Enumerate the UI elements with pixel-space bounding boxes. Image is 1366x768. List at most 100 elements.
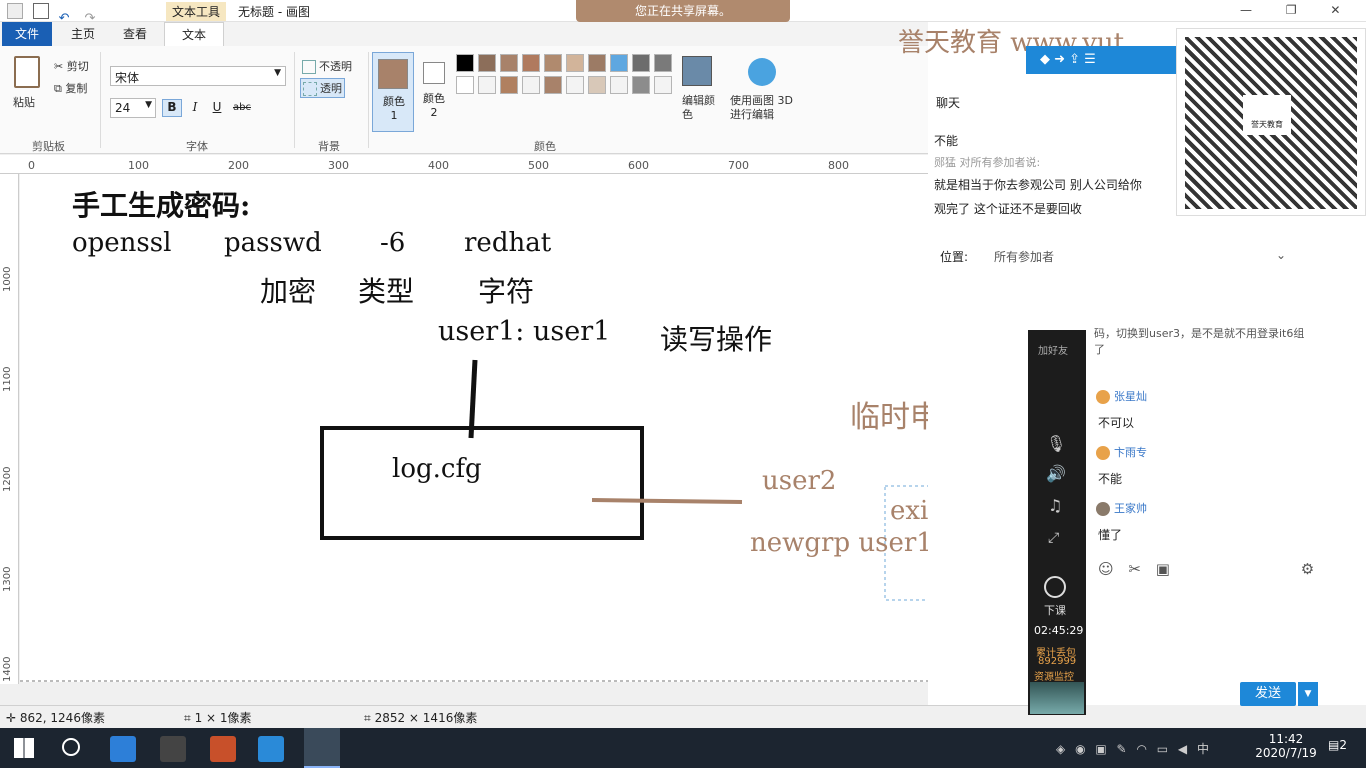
search-icon[interactable] — [62, 738, 80, 756]
clock[interactable]: 11:42 2020/7/19 — [1254, 732, 1318, 760]
music-icon[interactable]: ♫ — [1048, 496, 1062, 515]
color2-label: 颜色 2 — [423, 92, 445, 119]
paste-button[interactable]: 粘贴 — [13, 94, 35, 110]
scissors-icon[interactable]: ✂ — [1128, 560, 1141, 578]
palette-swatch[interactable] — [522, 76, 540, 94]
copy-button[interactable]: ⧉ 复制 — [54, 80, 87, 96]
fullscreen-icon[interactable]: ⤢ — [1048, 530, 1059, 546]
group-colors-label: 颜色 — [534, 140, 556, 153]
tray-tool-icon[interactable]: ✎ — [1117, 742, 1127, 756]
tray-record-icon[interactable]: ◉ — [1075, 742, 1085, 756]
palette-swatch[interactable] — [544, 54, 562, 72]
palette-swatch[interactable] — [610, 76, 628, 94]
avatar — [1096, 502, 1110, 516]
microphone-icon[interactable]: 🎙 — [1046, 434, 1066, 453]
tab-file[interactable]: 文件 — [2, 22, 52, 46]
palette-swatch[interactable] — [654, 54, 672, 72]
palette-swatch[interactable] — [544, 76, 562, 94]
palette-swatch[interactable] — [588, 76, 606, 94]
volume-icon[interactable]: ◀ — [1178, 742, 1187, 756]
gear-icon[interactable]: ⚙ — [1301, 560, 1314, 578]
paste-icon[interactable] — [14, 56, 40, 88]
windows-start-icon[interactable] — [14, 738, 34, 758]
color2-swatch — [423, 62, 445, 84]
tab-home[interactable]: 主页 — [58, 22, 108, 46]
image-size: ⌗ 2852 × 1416像素 — [364, 709, 477, 726]
file-app-icon[interactable] — [160, 736, 186, 762]
battery-icon[interactable]: ▭ — [1157, 742, 1168, 756]
minimize-icon[interactable]: — — [1240, 3, 1252, 17]
palette-swatch[interactable] — [500, 54, 518, 72]
strikethrough-button[interactable]: abc — [230, 102, 254, 113]
palette-swatch[interactable] — [566, 76, 584, 94]
save-icon[interactable] — [32, 3, 49, 19]
palette-swatch[interactable] — [654, 76, 672, 94]
palette-swatch[interactable] — [500, 76, 518, 94]
underline-button[interactable]: U — [208, 100, 226, 114]
tab-text[interactable]: 文本 — [164, 22, 224, 46]
tab-view[interactable]: 查看 — [110, 22, 160, 46]
cut-button[interactable]: ✂ 剪切 — [54, 58, 89, 74]
paint3d-button[interactable]: 使用画图 3D 进行编辑 — [730, 94, 796, 122]
italic-button[interactable]: I — [186, 100, 204, 114]
palette-swatch[interactable] — [588, 54, 606, 72]
image-icon[interactable]: ▣ — [1156, 560, 1170, 578]
leave-button[interactable]: 下课 — [1044, 602, 1066, 618]
palette-swatch[interactable] — [632, 54, 650, 72]
copy-icon: ⧉ — [54, 82, 66, 95]
palette-swatch[interactable] — [610, 54, 628, 72]
palette-swatch[interactable] — [522, 54, 540, 72]
add-friend-button[interactable]: 加好友 — [1038, 342, 1068, 357]
remote-app-icon[interactable] — [258, 736, 284, 762]
palette-swatch[interactable] — [566, 54, 584, 72]
location-select[interactable]: 所有参加者 ⌄ — [994, 248, 1286, 265]
font-size-value: 24 — [115, 101, 131, 115]
tray-video-icon[interactable]: ▣ — [1095, 742, 1106, 756]
chevron-down-icon: ▼ — [274, 68, 281, 78]
palette-swatch[interactable] — [478, 54, 496, 72]
send-button[interactable]: 发送 — [1240, 682, 1296, 706]
avatar — [1096, 390, 1110, 404]
bold-button[interactable]: B — [162, 99, 182, 117]
tray-app-icon[interactable]: ◈ — [1056, 742, 1065, 756]
group-font-label: 字体 — [186, 140, 208, 153]
speaker-icon[interactable]: 🔊 — [1046, 464, 1066, 483]
font-family-select[interactable]: 宋体 ▼ — [110, 66, 286, 86]
palette-swatch[interactable] — [632, 76, 650, 94]
notifications-button[interactable]: ▤2 — [1328, 738, 1347, 752]
transparent-icon — [303, 82, 317, 96]
wifi-icon[interactable]: ◠ — [1136, 742, 1146, 756]
palette-swatch[interactable] — [478, 76, 496, 94]
close-icon[interactable]: ✕ — [1330, 3, 1340, 17]
send-options-button[interactable]: ▼ — [1298, 682, 1318, 706]
package-loss-value: 892999 — [1038, 656, 1077, 667]
font-size-select[interactable]: 24 ▼ — [110, 98, 156, 118]
classroom-app-icon[interactable] — [110, 736, 136, 762]
share-toolbar[interactable]: ◆ ➜ ⇪ ☰ — [1026, 46, 1176, 74]
opaque-button[interactable]: 不透明 — [302, 58, 352, 74]
ruler-tick: 1400 — [2, 656, 13, 682]
ruler-tick: 800 — [828, 159, 849, 172]
palette-swatch[interactable] — [456, 54, 474, 72]
window-controls[interactable]: — ❐ ✕ — [1240, 3, 1340, 17]
divider — [100, 52, 101, 148]
paint3d-icon[interactable] — [748, 58, 776, 86]
ime-indicator[interactable]: 中 — [1197, 742, 1209, 756]
location-value: 所有参加者 — [994, 250, 1055, 264]
color2-button[interactable]: 颜色 2 — [420, 52, 448, 132]
paint-app-icon[interactable] — [304, 728, 340, 768]
drawing-canvas[interactable]: 手工生成密码: openssl passwd -6 redhat 加密 类型 字… — [20, 174, 1028, 682]
share-tools-icon[interactable]: ◆ ➜ ⇪ ☰ — [1040, 52, 1096, 67]
transparent-button[interactable]: 透明 — [300, 78, 345, 98]
emoji-icon[interactable]: ☺ — [1098, 560, 1114, 578]
edit-colors-button[interactable]: 编辑颜色 — [682, 94, 716, 122]
ruler-tick: 100 — [128, 159, 149, 172]
edit-colors-icon[interactable] — [682, 56, 712, 86]
palette-swatch[interactable] — [456, 76, 474, 94]
color1-button[interactable]: 颜色 1 — [372, 52, 414, 132]
ruler-tick: 400 — [428, 159, 449, 172]
powerpoint-icon[interactable] — [210, 736, 236, 762]
leave-icon[interactable] — [1044, 576, 1066, 598]
maximize-icon[interactable]: ❐ — [1286, 3, 1297, 17]
chevron-down-icon: ▼ — [145, 100, 152, 110]
